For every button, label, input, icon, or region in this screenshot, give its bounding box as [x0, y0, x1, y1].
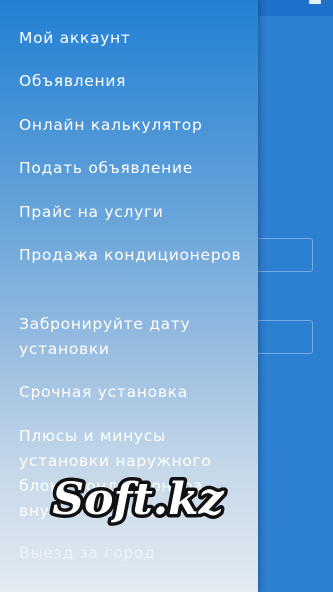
app-input-field[interactable]: [258, 238, 313, 272]
menu-item-pros-cons-balcony-installation[interactable]: Плюсы и минусы установки наружного блока…: [19, 424, 249, 524]
menu-item-air-conditioner-sales[interactable]: Продажа кондиционеров: [19, 243, 249, 268]
menu-item-price-list[interactable]: Прайс на услуги: [19, 200, 249, 225]
navigation-drawer: Мой аккаунт Объявления Онлайн калькулято…: [0, 0, 258, 592]
app-input-field[interactable]: [258, 320, 313, 354]
menu-item-post-ad[interactable]: Подать объявление: [19, 156, 249, 181]
menu-item-online-calculator[interactable]: Онлайн калькулятор: [19, 113, 249, 138]
menu-item-out-of-town-visit[interactable]: Выезд за город: [19, 541, 249, 566]
menu-icon[interactable]: [309, 0, 321, 4]
menu-item-urgent-installation[interactable]: Срочная установка: [19, 380, 249, 405]
menu-item-book-installation-date[interactable]: Забронируйте дату установки: [19, 312, 249, 362]
menu-item-my-account[interactable]: Мой аккаунт: [19, 26, 249, 51]
menu-item-ads[interactable]: Объявления: [19, 69, 249, 94]
